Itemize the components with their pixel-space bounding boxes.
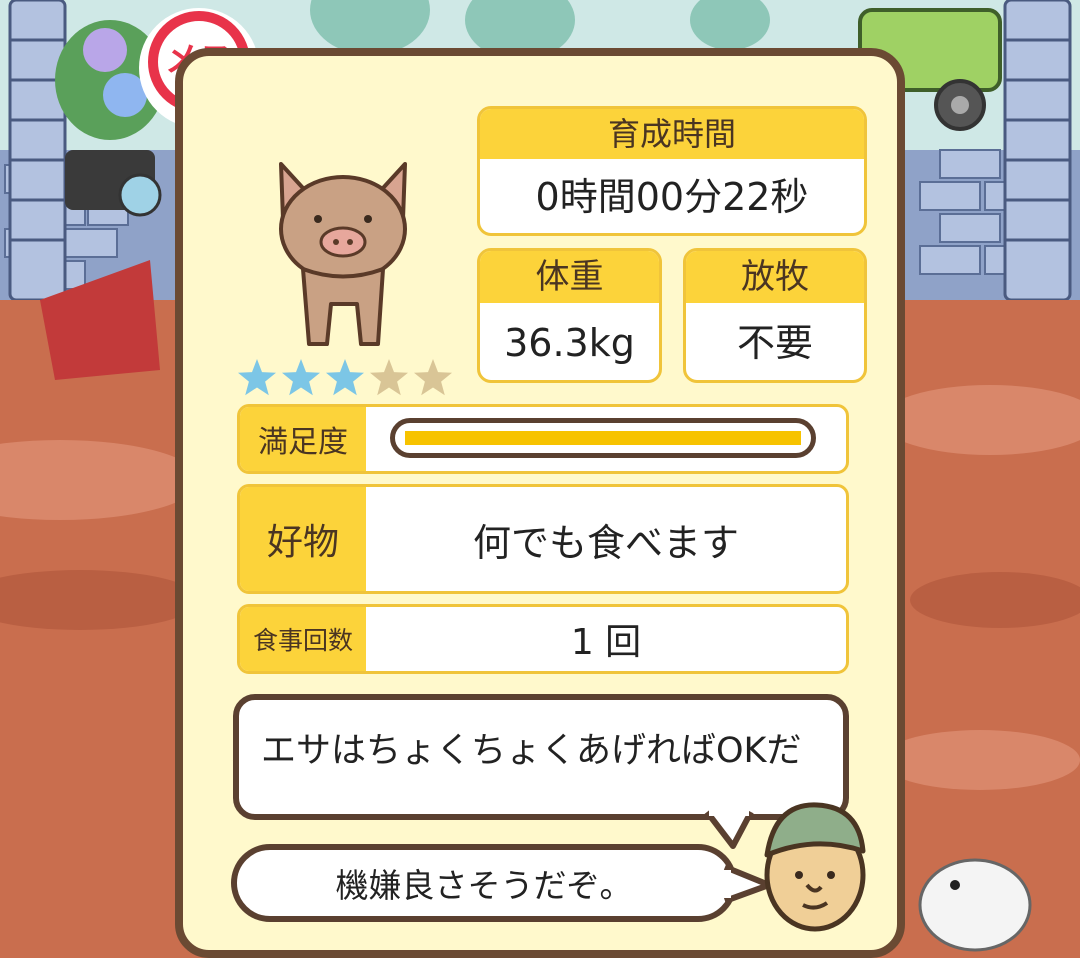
star-filled-icon bbox=[238, 359, 276, 396]
favorite-food-row: 好物 何でも食べます bbox=[237, 484, 849, 594]
pig-illustration bbox=[279, 162, 407, 346]
rating-stars bbox=[238, 359, 452, 396]
star-empty-icon bbox=[370, 359, 408, 396]
meal-count-label: 食事回数 bbox=[240, 607, 366, 671]
satisfaction-row: 満足度 bbox=[237, 404, 849, 474]
white-bird bbox=[918, 858, 1032, 952]
stone-pillar-left bbox=[8, 0, 67, 302]
favorite-food-value: 何でも食べます bbox=[472, 520, 739, 565]
mood-text: 機嫌良さそうだぞ。 bbox=[335, 866, 633, 905]
satisfaction-label: 満足度 bbox=[240, 407, 366, 471]
stone-pillar-right bbox=[1003, 0, 1072, 302]
ground-patch bbox=[880, 730, 1080, 790]
hint-text: エサはちょくちょくあげればOKだ bbox=[261, 731, 802, 771]
mood-speech-bubble: 機嫌良さそうだぞ。 bbox=[231, 844, 737, 922]
weight-box: 体重 36.3kg bbox=[477, 248, 662, 383]
raise-time-value: 0時間00分22秒 bbox=[535, 175, 809, 219]
satisfaction-bar bbox=[390, 418, 816, 458]
raise-time-box: 育成時間 0時間00分22秒 bbox=[477, 106, 867, 236]
star-filled-icon bbox=[282, 359, 320, 396]
favorite-food-label: 好物 bbox=[240, 487, 366, 591]
raise-time-label: 育成時間 bbox=[480, 109, 864, 159]
grazing-box: 放牧 不要 bbox=[683, 248, 867, 383]
weight-value: 36.3kg bbox=[504, 321, 635, 365]
star-filled-icon bbox=[326, 359, 364, 396]
satisfaction-bar-fill bbox=[405, 431, 801, 445]
weight-label: 体重 bbox=[480, 251, 659, 303]
grazing-value: 不要 bbox=[736, 321, 813, 365]
farmer-avatar bbox=[764, 802, 866, 932]
grazing-label: 放牧 bbox=[686, 251, 864, 303]
meal-count-row: 食事回数 1 回 bbox=[237, 604, 849, 674]
hint-bubble-tail bbox=[704, 810, 754, 849]
meal-count-value: 1 回 bbox=[570, 622, 642, 663]
star-empty-icon bbox=[414, 359, 452, 396]
